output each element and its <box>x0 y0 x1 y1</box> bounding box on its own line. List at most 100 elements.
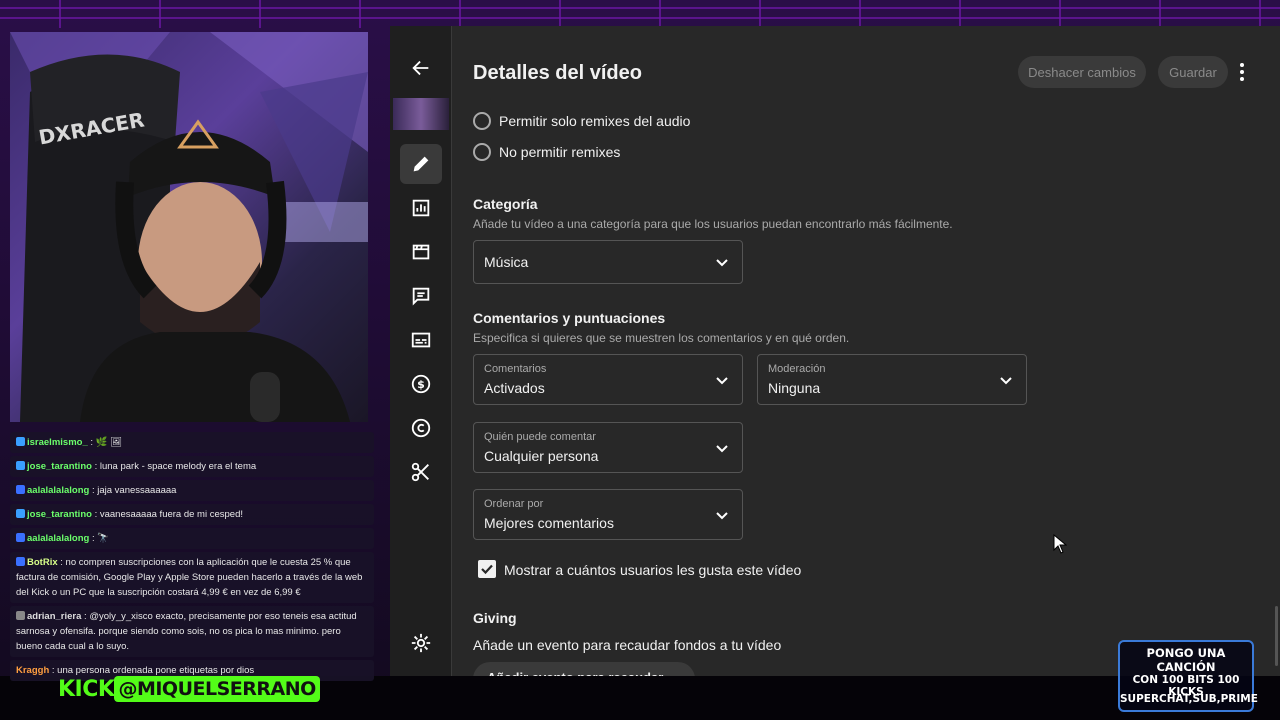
badge-icon <box>16 485 25 494</box>
settings-icon <box>411 633 431 653</box>
chat-text: vaanesaaaaa fuera de mi cesped! <box>99 509 243 520</box>
moderation-select[interactable]: Moderación Ninguna <box>757 354 1027 405</box>
rail-clips[interactable] <box>400 452 442 492</box>
chevron-down-icon <box>716 511 728 519</box>
add-fundraiser-button[interactable]: Añadir evento para recaudar fondos <box>473 662 695 676</box>
comments-desc: Especifica si quieres que se muestren lo… <box>473 331 850 345</box>
back-button[interactable] <box>400 48 442 88</box>
chat-text: una persona ordenada pone etiquetas por … <box>57 665 255 676</box>
badge-icon <box>16 611 25 620</box>
comments-title: Comentarios y puntuaciones <box>473 310 666 326</box>
chat-text: jaja vanessaaaaaa <box>97 485 177 496</box>
emote-icon: 🌿 🖼 <box>95 437 123 448</box>
kick-logo: KICK @MIQUELSERRANO <box>58 676 320 702</box>
mouse-cursor-icon <box>1053 534 1067 554</box>
kebab-dot-icon <box>1240 77 1244 81</box>
chat-text: luna park - space melody era el tema <box>99 461 257 472</box>
chat-username: Kraggh <box>16 665 50 676</box>
chat-username: aalalalalalong <box>27 533 90 544</box>
copyright-icon <box>411 418 431 438</box>
checkmark-icon <box>481 564 493 575</box>
radio-remix-none[interactable]: No permitir remixes <box>473 143 620 161</box>
category-select[interactable]: Música <box>473 240 743 284</box>
left-rail: $ <box>390 26 452 676</box>
chat-username: jose_tarantino <box>27 461 92 472</box>
moderation-label: Moderación <box>768 363 826 375</box>
editor-icon <box>412 244 430 260</box>
comments-select[interactable]: Comentarios Activados <box>473 354 743 405</box>
who-label: Quién puede comentar <box>484 431 596 443</box>
category-desc: Añade tu vídeo a una categoría para que … <box>473 217 953 231</box>
category-title: Categoría <box>473 196 538 212</box>
chat-message: adrian_riera : @yoly_y_xisco exacto, pre… <box>10 606 374 657</box>
show-likes-checkbox[interactable] <box>478 560 496 578</box>
chat-message: jose_tarantino : luna park - space melod… <box>10 456 374 477</box>
badge-icon <box>16 509 25 518</box>
sort-by-select[interactable]: Ordenar por Mejores comentarios <box>473 489 743 540</box>
comments-label: Comentarios <box>484 363 547 375</box>
song-request-promo: PONGO UNA CANCIÓN CON 100 BITS 100 KICKS… <box>1118 640 1258 712</box>
kick-word: KICK <box>58 676 115 702</box>
who-value: Cualquier persona <box>484 448 599 464</box>
badge-icon <box>16 557 25 566</box>
radio-circle-icon[interactable] <box>473 143 491 161</box>
promo-line-3: SUPERCHAT,SUB,PRIME <box>1120 693 1258 705</box>
moderation-value: Ninguna <box>768 380 821 396</box>
kebab-dot-icon <box>1240 63 1244 67</box>
undo-changes-button[interactable]: Deshacer cambios <box>1018 56 1146 88</box>
chevron-down-icon <box>716 376 728 384</box>
rail-subtitles[interactable] <box>400 320 442 360</box>
subtitles-icon <box>411 332 431 348</box>
details-content: Detalles del vídeo Deshacer cambios Guar… <box>473 26 1280 676</box>
video-thumbnail[interactable] <box>393 98 449 130</box>
rail-details[interactable] <box>400 144 442 184</box>
sort-label: Ordenar por <box>484 498 544 510</box>
comments-value: Activados <box>484 380 545 396</box>
badge-icon <box>16 461 25 470</box>
chat-text: no compren suscripciones con la aplicaci… <box>16 557 363 598</box>
chevron-down-icon <box>716 259 728 267</box>
chat-username: israelmismo_ <box>27 437 88 448</box>
chat-message: aalalalalalong : 🔭 <box>10 528 374 549</box>
chat-username: BotRix <box>27 557 58 568</box>
rail-comments[interactable] <box>400 276 442 316</box>
chat-username: jose_tarantino <box>27 509 92 520</box>
badge-icon <box>16 533 25 542</box>
more-options-button[interactable] <box>1232 60 1252 84</box>
pencil-icon <box>413 156 429 172</box>
chevron-down-icon <box>716 444 728 452</box>
rail-analytics[interactable] <box>400 188 442 228</box>
radio-remix-audio[interactable]: Permitir solo remixes del audio <box>473 112 690 130</box>
analytics-icon <box>412 199 430 217</box>
youtube-studio-panel: $ Detalles del vídeo Deshacer cambios Gu… <box>390 26 1280 676</box>
rail-editor[interactable] <box>400 232 442 272</box>
rail-monetization[interactable]: $ <box>400 364 442 404</box>
rail-settings[interactable] <box>400 623 442 663</box>
chat-message: israelmismo_ : 🌿 🖼 <box>10 432 374 453</box>
sort-value: Mejores comentarios <box>484 515 614 531</box>
show-likes-label[interactable]: Mostrar a cuántos usuarios les gusta est… <box>504 562 801 578</box>
chat-message: BotRix : no compren suscripciones con la… <box>10 552 374 603</box>
radio-label: Permitir solo remixes del audio <box>499 113 691 129</box>
chat-username: aalalalalalong <box>27 485 90 496</box>
radio-circle-icon[interactable] <box>473 112 491 130</box>
badge-icon <box>16 437 25 446</box>
chevron-down-icon <box>1000 376 1012 384</box>
chat-username: adrian_riera <box>27 611 82 622</box>
kebab-dot-icon <box>1240 70 1244 74</box>
promo-line-1: PONGO UNA CANCIÓN <box>1146 646 1226 674</box>
chat-message: aalalalalalong : jaja vanessaaaaaa <box>10 480 374 501</box>
clips-icon <box>411 462 429 482</box>
who-can-comment-select[interactable]: Quién puede comentar Cualquier persona <box>473 422 743 473</box>
category-value: Música <box>484 254 529 270</box>
chat-message: jose_tarantino : vaanesaaaaa fuera de mi… <box>10 504 374 525</box>
page-title: Detalles del vídeo <box>473 62 642 84</box>
comments-icon <box>412 287 430 306</box>
monetization-icon: $ <box>411 374 431 394</box>
kick-handle: @MIQUELSERRANO <box>114 676 320 702</box>
scrollbar[interactable] <box>1275 606 1278 666</box>
rail-copyright[interactable] <box>400 408 442 448</box>
save-button[interactable]: Guardar <box>1158 56 1228 88</box>
giving-title: Giving <box>473 610 517 626</box>
radio-label: No permitir remixes <box>499 144 621 160</box>
